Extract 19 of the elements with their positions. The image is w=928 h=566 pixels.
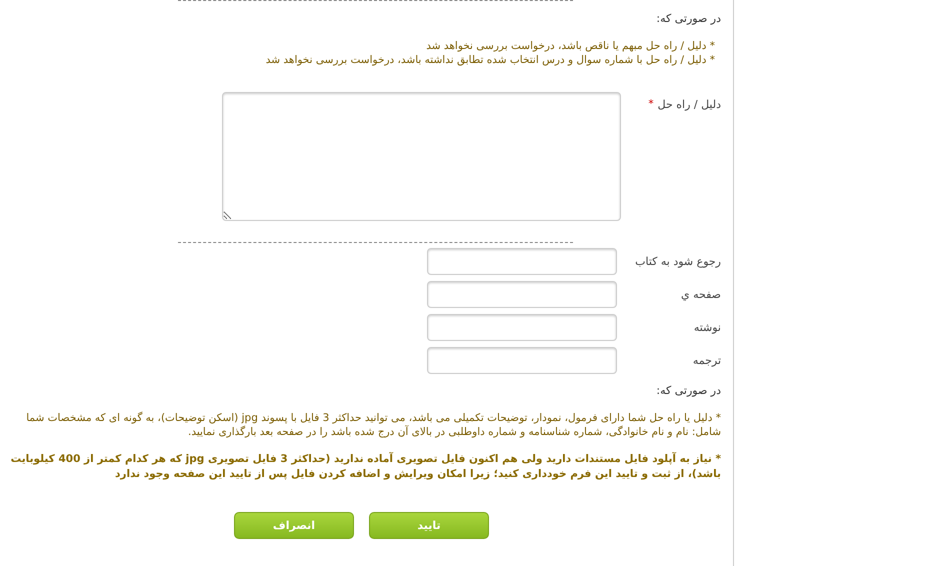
required-mark: *: [648, 98, 654, 111]
field-label: رجوع شود به کتاب: [634, 255, 721, 268]
input-field[interactable]: [427, 281, 617, 308]
warning-paragraph: * نیاز به آپلود فایل مستندات دارید ولی هم اکنون فایل تصویری آماده ندارید (حداکثر 3 فایل تصویری jpg که هر کدام کمتر از 400 کیلوبایت باشد)، از ثبت و تایید این فرم خودداری کنید؛ زیرا امکان ویرایش و اضافه کردن فایل پس از تایید این صفحه وجود ندارد: [10, 452, 721, 482]
confirm-button[interactable]: تایید: [369, 512, 489, 539]
notice-paragraph: * دلیل یا راه حل شما دارای فرمول، نمودار، توضیحات تکمیلی می باشد، می توانید حداکثر 3 فایل با پسوند jpg (اسکن توضیحات)، به گونه ای که مشخصات شما شامل: نام و نام خانوادگی، شماره شناسنامه و شماره داوطلبی در بالای آن درج شده باشد را در صفحه بعد بارگذاری نمایید.: [25, 411, 721, 439]
input-field[interactable]: [427, 314, 617, 341]
field-label: صفحه ي: [680, 288, 721, 301]
notice-item: * دلیل / راه حل با شماره سوال و درس انتخاب شده تطابق نداشته باشد، درخواست بررسی نخواهد شد: [264, 53, 715, 67]
notice-heading: در صورتی که:: [655, 11, 721, 25]
solution-textarea[interactable]: [222, 92, 621, 221]
field-label: ترجمه: [692, 354, 721, 367]
notice-item: * دلیل / راه حل مبهم یا ناقص باشد، درخواست بررسی نخواهد شد: [425, 39, 715, 53]
cancel-button[interactable]: انصراف: [234, 512, 354, 539]
input-field[interactable]: [427, 248, 617, 275]
input-field[interactable]: [427, 347, 617, 374]
field-label: نوشته: [692, 321, 721, 334]
field-label: دلیل / راه حل: [658, 98, 721, 111]
notice-heading: در صورتی که:: [655, 384, 721, 397]
